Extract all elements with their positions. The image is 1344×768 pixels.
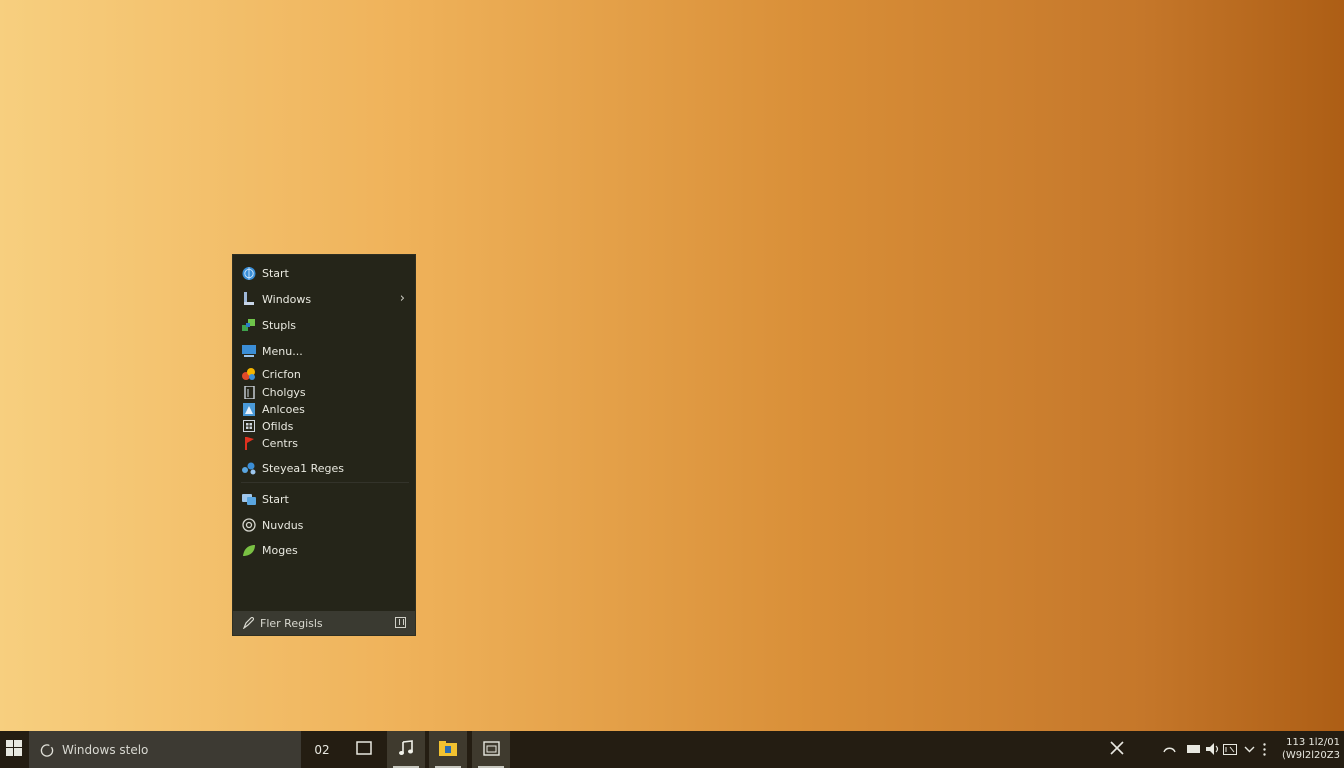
- menu-item-nuvdus[interactable]: Nuvdus: [233, 516, 415, 534]
- flag-icon: [242, 436, 256, 450]
- menu-divider: [241, 482, 409, 483]
- chat-icon: [242, 492, 256, 506]
- chevron-down-icon[interactable]: [1242, 741, 1256, 757]
- menu-item-moges[interactable]: Moges: [233, 541, 415, 559]
- menu-item-label: Start: [262, 492, 289, 506]
- menu-item-label: Start: [262, 266, 289, 280]
- menu-item-label: Cholgys: [262, 385, 306, 399]
- colorful-app-icon: [242, 367, 256, 381]
- start-button[interactable]: [0, 731, 28, 768]
- menu-item-stupls[interactable]: Stupls: [233, 316, 415, 334]
- menu-item-cholgys[interactable]: Cholgys: [233, 383, 415, 401]
- folder-icon: [439, 740, 457, 759]
- taskbar: Windows stelo 02 113 1l2/01 (W9l2l20Z3: [0, 731, 1344, 768]
- display-icon[interactable]: [1186, 741, 1200, 757]
- menu-item-label: Cricfon: [262, 367, 301, 381]
- system-clock[interactable]: 113 1l2/01 (W9l2l20Z3: [1282, 736, 1340, 762]
- keyboard-icon[interactable]: [1223, 741, 1237, 757]
- menu-item-label: Steyea1 Reges: [262, 461, 344, 475]
- chevron-right-icon: ›: [399, 291, 405, 306]
- task-view-label: 02: [314, 742, 330, 757]
- menu-item-label: Windows: [262, 292, 312, 306]
- menu-item-start[interactable]: Start: [233, 264, 415, 282]
- desktop-wallpaper: [0, 0, 1344, 731]
- menu-item-anlcoes[interactable]: Anlcoes: [233, 400, 415, 418]
- menu-item-label: Menu...: [262, 344, 303, 358]
- menu-item-label: Nuvdus: [262, 518, 304, 532]
- clock-time: 113 1l2/01: [1286, 737, 1340, 748]
- image-icon: [242, 402, 256, 416]
- settings-icon: [242, 518, 256, 532]
- search-label: Windows stelo: [62, 742, 149, 757]
- menu-item-label: Anlcoes: [262, 402, 305, 416]
- start-menu-footer[interactable]: Fler Regisls: [233, 611, 415, 635]
- menu-item-ofilds[interactable]: Ofilds: [233, 417, 415, 435]
- search-box[interactable]: Windows stelo: [29, 731, 301, 768]
- taskbar-app-document[interactable]: [472, 731, 510, 768]
- menu-item-label: Ofilds: [262, 419, 294, 433]
- share-icon: [242, 461, 256, 475]
- close-icon[interactable]: [1108, 740, 1126, 756]
- menu-item-centrs[interactable]: Centrs: [233, 434, 415, 452]
- taskbar-app-file-explorer[interactable]: [429, 731, 467, 768]
- start-menu: Start Windows › Stupls Menu... Cricfon C…: [232, 254, 416, 636]
- task-view-button[interactable]: 02: [303, 731, 341, 768]
- window-icon: [242, 292, 256, 306]
- pen-icon: [242, 617, 254, 629]
- menu-item-start-secondary[interactable]: Start: [233, 490, 415, 508]
- music-note-icon: [398, 740, 414, 759]
- menu-item-windows[interactable]: Windows ›: [233, 290, 415, 308]
- menu-item-cricfon[interactable]: Cricfon: [233, 365, 415, 383]
- menu-item-label: Moges: [262, 543, 298, 557]
- taskbar-app-window[interactable]: [345, 731, 383, 768]
- document-icon: [242, 385, 256, 399]
- speaker-icon[interactable]: [1205, 741, 1219, 757]
- search-icon: [40, 743, 54, 757]
- menu-item-label: Centrs: [262, 436, 298, 450]
- taskbar-app-music[interactable]: [387, 731, 425, 768]
- grid-view-icon[interactable]: [395, 617, 406, 628]
- network-icon: [242, 318, 256, 332]
- clock-date: (W9l2l20Z3: [1281, 750, 1340, 761]
- menu-item-label: Stupls: [262, 318, 297, 332]
- menu-item-menu[interactable]: Menu...: [233, 342, 415, 360]
- window-square-icon: [356, 741, 372, 758]
- windows-logo-icon: [6, 739, 22, 760]
- leaf-icon: [242, 543, 256, 557]
- wifi-icon[interactable]: [1162, 741, 1176, 757]
- more-options-icon[interactable]: [1260, 741, 1268, 757]
- footer-label: Fler Regisls: [260, 616, 323, 630]
- monitor-icon: [242, 344, 256, 358]
- globe-icon: [242, 266, 256, 280]
- grid-icon: [242, 419, 256, 433]
- menu-item-steyea1-reges[interactable]: Steyea1 Reges: [233, 459, 415, 477]
- document-window-icon: [482, 740, 500, 759]
